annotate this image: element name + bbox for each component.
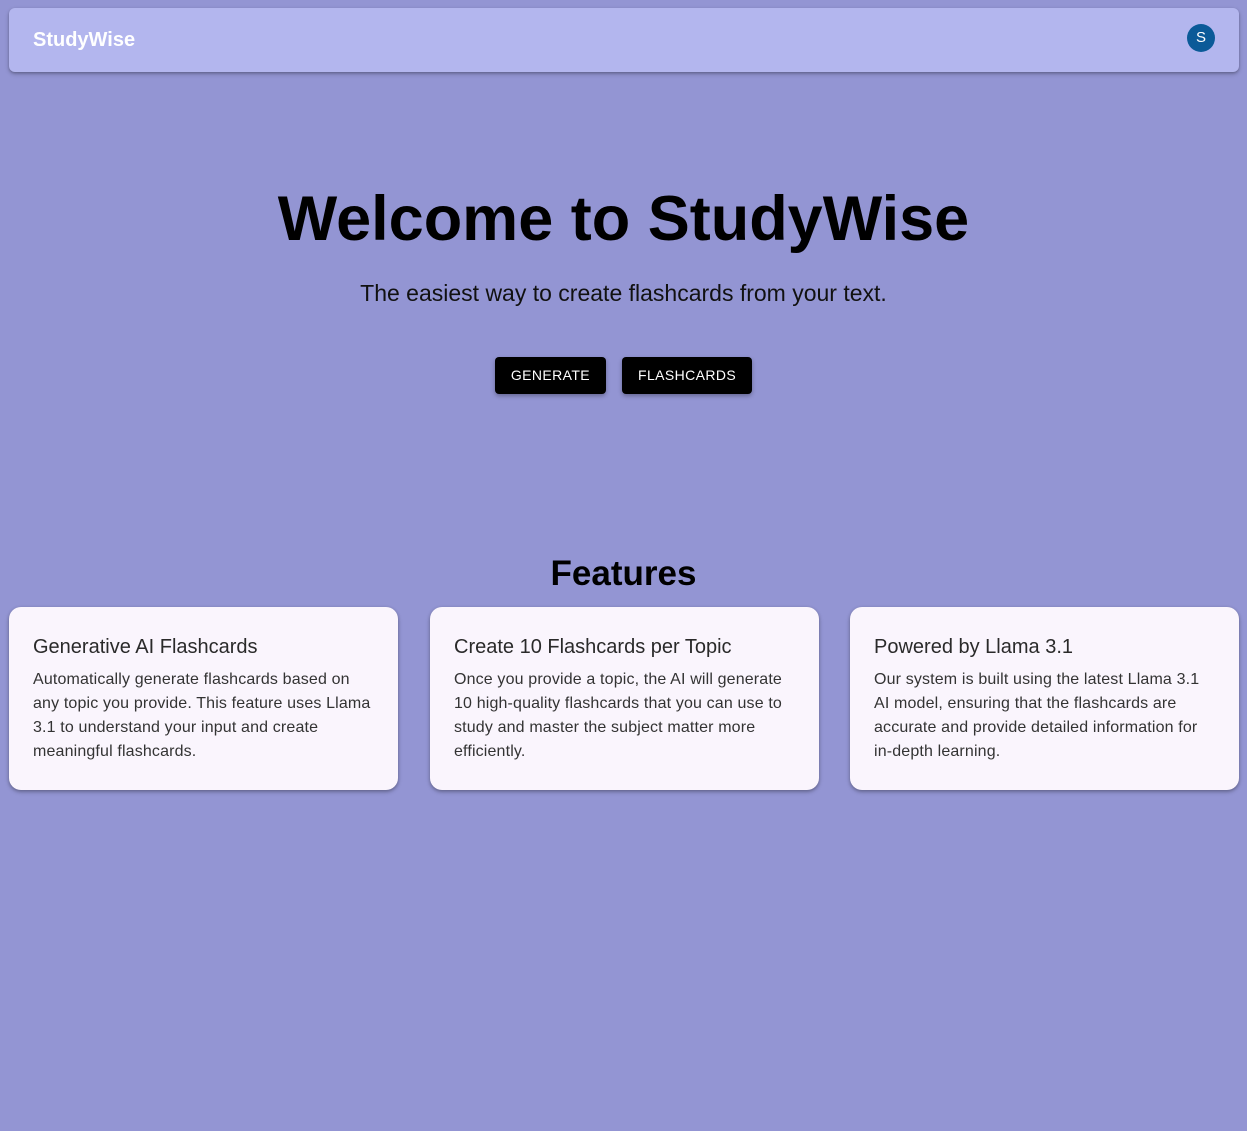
feature-card-ten-flashcards: Create 10 Flashcards per Topic Once you …	[430, 607, 819, 790]
feature-card-generative-ai: Generative AI Flashcards Automatically g…	[9, 607, 398, 790]
feature-card-text: Our system is built using the latest Lla…	[874, 671, 1200, 760]
generate-button[interactable]: GENERATE	[494, 357, 607, 394]
brand-logo-text[interactable]: StudyWise	[33, 27, 135, 53]
feature-card-text: Once you provide a topic, the AI will ge…	[454, 671, 782, 760]
hero-subtitle: The easiest way to create flashcards fro…	[360, 280, 887, 306]
hero-title: Welcome to StudyWise	[277, 184, 970, 254]
feature-card-text: Automatically generate flashcards based …	[33, 671, 371, 760]
feature-card-title: Generative AI Flashcards	[33, 636, 258, 658]
features-heading: Features	[550, 554, 697, 593]
app-bar: StudyWise S	[9, 8, 1239, 72]
hero-button-row: GENERATE FLASHCARDS	[0, 357, 1247, 394]
feature-card-llama: Powered by Llama 3.1 Our system is built…	[850, 607, 1239, 790]
feature-card-title: Powered by Llama 3.1	[874, 636, 1074, 658]
user-avatar[interactable]: S	[1187, 24, 1215, 52]
flashcards-button[interactable]: FLASHCARDS	[622, 357, 753, 394]
feature-card-title: Create 10 Flashcards per Topic	[454, 636, 732, 658]
